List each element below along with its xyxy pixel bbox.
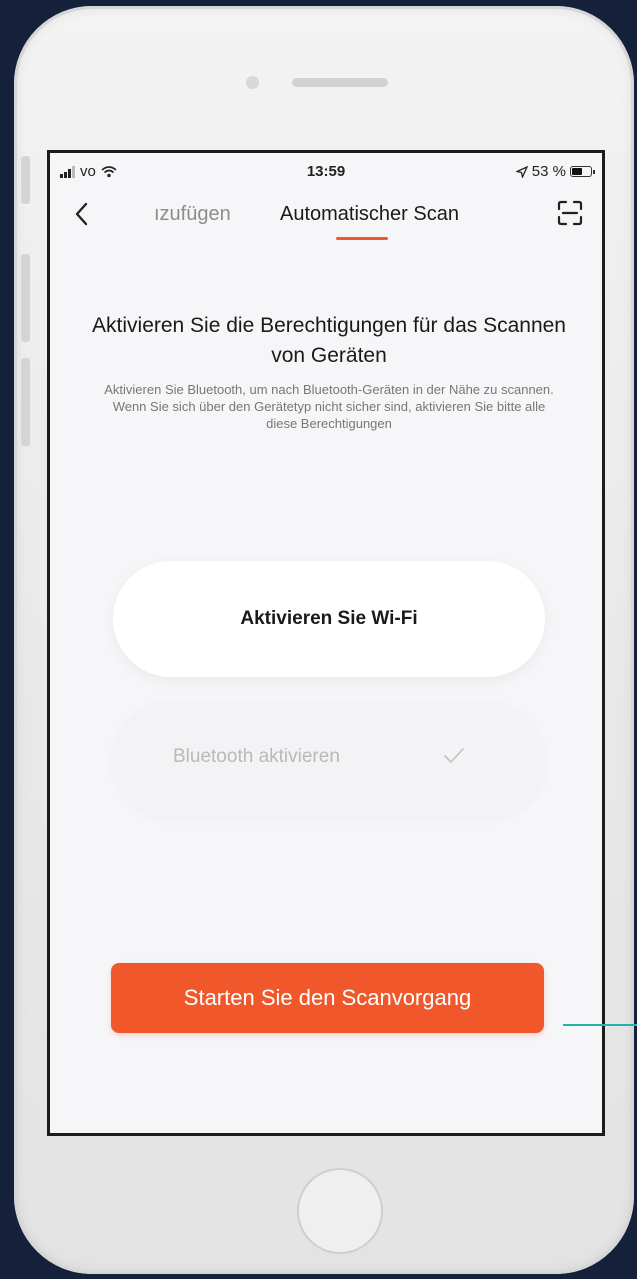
battery-fill	[572, 168, 582, 175]
back-chevron-icon[interactable]	[68, 199, 98, 229]
tab-auto-scan[interactable]: Automatischer Scan	[280, 203, 459, 226]
mute-switch	[21, 156, 30, 204]
tab-add-manually[interactable]: ızufügen	[154, 203, 231, 226]
scan-frame-icon[interactable]	[556, 199, 584, 227]
earpiece-speaker	[292, 78, 388, 87]
stage: vo 13:59 53 % ızufügen Automatischer Sca…	[0, 0, 637, 1279]
callout-line	[563, 1024, 637, 1026]
status-bar: vo 13:59 53 %	[50, 153, 602, 187]
volume-down-button	[21, 358, 30, 446]
volume-up-button	[21, 254, 30, 342]
enable-bluetooth-button[interactable]: Bluetooth aktivieren	[113, 701, 545, 817]
enable-wifi-label: Aktivieren Sie Wi-Fi	[240, 608, 418, 629]
checkmark-icon	[444, 748, 464, 763]
front-camera	[246, 76, 259, 89]
enable-wifi-button[interactable]: Aktivieren Sie Wi-Fi	[113, 561, 545, 677]
page-description: Aktivieren Sie Bluetooth, um nach Blueto…	[104, 382, 554, 431]
phone-screen: vo 13:59 53 % ızufügen Automatischer Sca…	[47, 150, 605, 1136]
battery-percent: 53 %	[531, 163, 566, 180]
enable-bluetooth-label: Bluetooth aktivieren	[173, 746, 340, 767]
home-button[interactable]	[297, 1168, 383, 1254]
battery-cap	[593, 170, 595, 174]
status-right: 53 %	[515, 163, 595, 180]
nav-bar: ızufügen Automatischer Scan	[50, 191, 602, 247]
battery-icon	[570, 166, 595, 177]
tab-active-indicator	[336, 237, 388, 240]
location-arrow-icon	[515, 165, 528, 178]
page-heading: Aktivieren Sie die Berechtigungen für da…	[92, 314, 566, 367]
start-scan-button[interactable]: Starten Sie den Scanvorgang	[111, 963, 544, 1033]
